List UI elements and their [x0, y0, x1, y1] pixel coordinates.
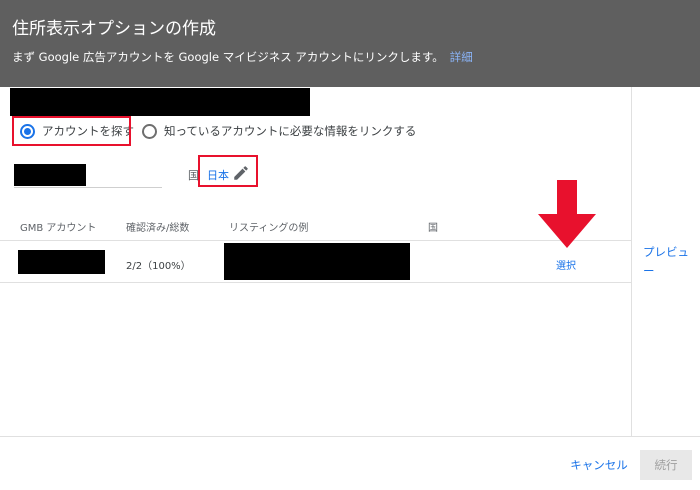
- continue-button[interactable]: 続行: [640, 450, 692, 480]
- preview-link[interactable]: プレビュー: [643, 243, 693, 281]
- radio-link-known-account[interactable]: 知っているアカウントに必要な情報をリンクする: [142, 116, 416, 146]
- dialog-subtitle: まず Google 広告アカウントを Google マイビジネス アカウントにリ…: [12, 49, 473, 65]
- redacted-account-search: [14, 164, 86, 186]
- dialog-title: 住所表示オプションの作成: [12, 19, 216, 39]
- preview-panel-divider: [631, 87, 632, 436]
- redacted-listing-example: [224, 243, 410, 280]
- table-row-divider: [0, 282, 631, 283]
- highlight-box-find-account: [12, 116, 131, 146]
- select-button[interactable]: 選択: [556, 257, 576, 272]
- column-header-listing-example: リスティングの例: [229, 223, 309, 234]
- redacted-gmb-account: [18, 250, 105, 274]
- dialog-header: 住所表示オプションの作成 まず Google 広告アカウントを Google マ…: [0, 0, 700, 87]
- column-header-country: 国: [428, 223, 438, 234]
- subtitle-text: まず Google 広告アカウントを Google マイビジネス アカウントにリ…: [12, 50, 444, 64]
- details-link[interactable]: 詳細: [450, 50, 473, 64]
- highlight-box-country: [198, 155, 258, 187]
- account-search-field[interactable]: [14, 187, 162, 188]
- verified-total-cell: 2/2（100%）: [126, 261, 191, 272]
- radio-link-known-account-label: 知っているアカウントに必要な情報をリンクする: [164, 124, 417, 138]
- table-header-divider: [0, 240, 631, 241]
- red-arrow-down-icon: [538, 180, 596, 248]
- column-header-verified-total: 確認済み/総数: [126, 223, 190, 234]
- redacted-account-name: [10, 88, 310, 116]
- footer-divider: [0, 436, 700, 437]
- radio-unchecked-icon: [142, 123, 157, 139]
- column-header-gmb-account: GMB アカウント: [20, 223, 97, 234]
- cancel-button[interactable]: キャンセル: [563, 451, 635, 479]
